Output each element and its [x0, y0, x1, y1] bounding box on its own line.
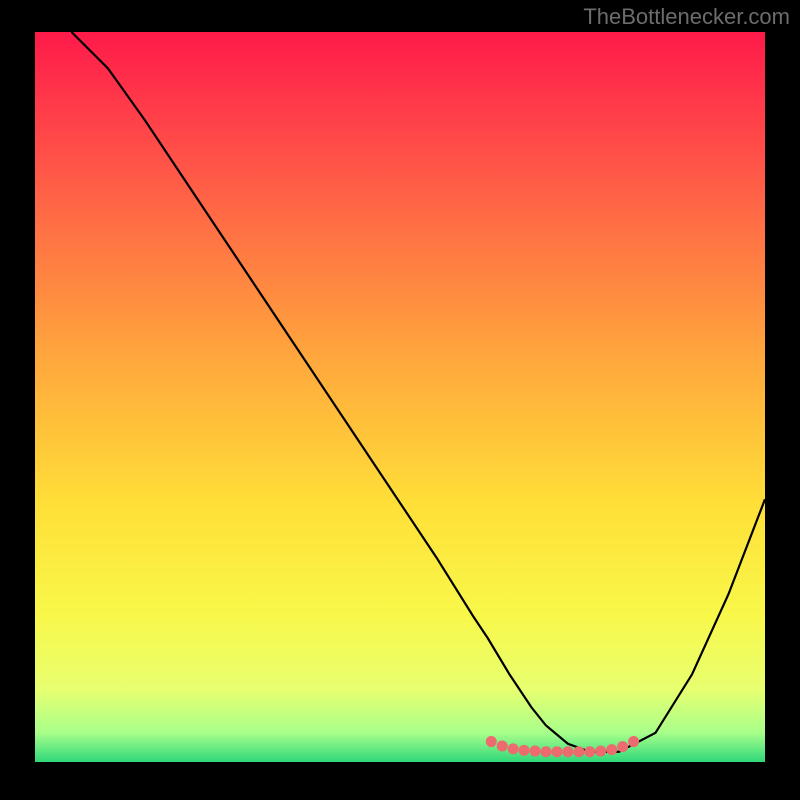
optimal-marker — [551, 746, 562, 757]
optimal-marker — [628, 736, 639, 747]
optimal-marker — [497, 740, 508, 751]
optimal-marker — [519, 745, 530, 756]
optimal-marker — [595, 746, 606, 757]
chart-container: TheBottlenecker.com — [0, 0, 800, 800]
plot-area — [35, 32, 765, 762]
optimal-marker — [617, 741, 628, 752]
chart-svg — [35, 32, 765, 762]
optimal-marker — [606, 744, 617, 755]
optimal-marker — [508, 743, 519, 754]
optimal-marker — [584, 746, 595, 757]
optimal-marker — [562, 746, 573, 757]
optimal-marker — [541, 746, 552, 757]
optimal-marker — [486, 736, 497, 747]
optimal-marker — [573, 746, 584, 757]
watermark-text: TheBottlenecker.com — [583, 4, 790, 30]
gradient-background — [35, 32, 765, 762]
optimal-marker — [530, 746, 541, 757]
